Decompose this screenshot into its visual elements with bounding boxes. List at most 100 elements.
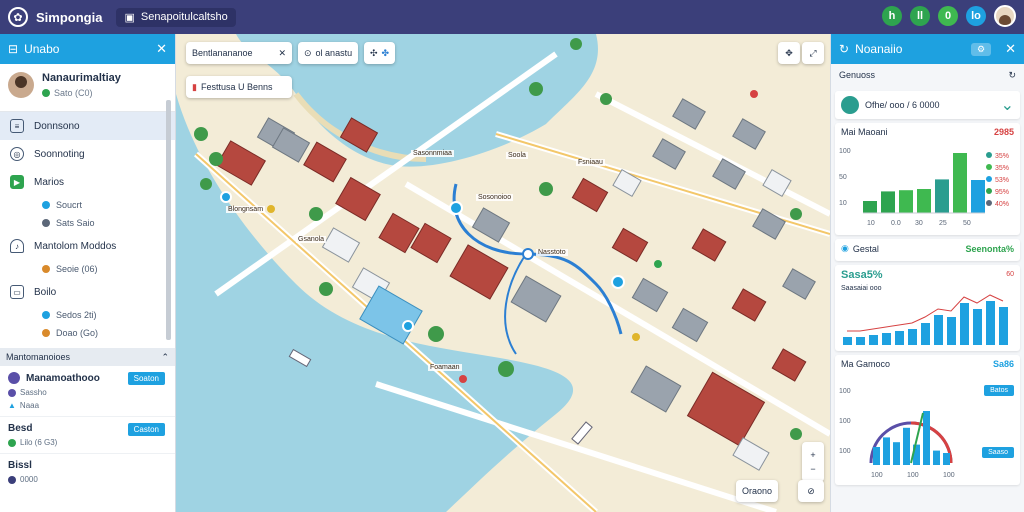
bar xyxy=(893,442,900,465)
legend-label: 40% xyxy=(995,201,1009,208)
zoom-out-icon[interactable]: − xyxy=(810,464,815,474)
legend-marker xyxy=(986,152,992,158)
map-tools-button[interactable]: ✣ ✤ xyxy=(364,42,396,64)
task-item[interactable]: Besd Caston Lilo (6 G3) xyxy=(0,417,175,454)
sub-item[interactable]: Sedos 2ti) xyxy=(0,306,175,324)
task-button[interactable]: Soaton xyxy=(127,372,165,385)
bar xyxy=(971,180,985,213)
chevron-down-icon[interactable]: ⌄ xyxy=(1001,95,1014,115)
options-button[interactable]: ⚙ xyxy=(971,42,992,56)
section-header[interactable]: Mantomanoioes ⌃ xyxy=(0,348,175,366)
chevron-up-icon[interactable]: ⌃ xyxy=(161,352,169,363)
sidebar-item-boilo[interactable]: ▭ Boilo xyxy=(0,278,175,306)
breadcrumb-label: Senapoitulcaltsho xyxy=(140,11,228,23)
bar xyxy=(935,179,949,213)
sub-item[interactable]: Doao (Go) xyxy=(0,324,175,342)
x-tick-label: 30 xyxy=(915,220,923,227)
avatar xyxy=(8,72,34,98)
bar xyxy=(973,309,982,345)
task-item[interactable]: Manamoathooo Soaton Sassho ▲ Naaa xyxy=(0,366,175,417)
panel-icon: ⊟ xyxy=(8,42,19,56)
profile-status: Sato (C0) xyxy=(54,88,93,98)
bar xyxy=(933,450,940,465)
map-mode-button[interactable]: Oraono xyxy=(736,480,779,502)
sub-item[interactable]: Soucrt xyxy=(0,196,175,214)
chart-title: Mai Maoani xyxy=(841,127,888,137)
left-sidebar: ⊟ Unabo ✕ Nanaurimaltiay Sato (C0) ≡ Don… xyxy=(0,34,176,512)
task-item[interactable]: Bissl 0000 xyxy=(0,454,175,490)
folder-icon: ▣ xyxy=(124,11,135,24)
sidebar-item-marios[interactable]: ▶ Marios xyxy=(0,168,175,196)
move-icon[interactable]: ✥ xyxy=(778,42,800,64)
map-label: Foamaan xyxy=(428,364,462,371)
document-icon: ▭ xyxy=(10,285,24,299)
right-panel: ↻ Noanaiio ⚙ ✕ Genuoss ↻ Ofhe/ ooo / 6 0… xyxy=(830,34,1024,512)
action-button-2[interactable]: ll xyxy=(910,6,930,26)
sidebar-item-settings[interactable]: ◎ Soonnoting xyxy=(0,140,175,168)
sidebar-item-bell[interactable]: ♪ Mantolom Moddos xyxy=(0,232,175,260)
sub-item[interactable]: Seoie (06) xyxy=(0,260,175,278)
expand-icon[interactable]: ⤢ xyxy=(802,42,824,64)
close-icon[interactable]: ✕ xyxy=(278,48,286,59)
sidebar-item-label: Donnsono xyxy=(34,120,80,132)
action-button-4[interactable]: lo xyxy=(966,6,986,26)
chart-button-1[interactable]: Batos xyxy=(984,385,1014,396)
map-label: Soola xyxy=(506,152,528,159)
chart-card-3: Ma Gamoco Sa86 Batos Saaso 100 100 100 100 10… xyxy=(835,355,1020,485)
route-icon: ✤ xyxy=(381,47,390,58)
profile-card[interactable]: Nanaurimaltiay Sato (C0) xyxy=(0,64,175,112)
sidebar-item-label: Mantolom Moddos xyxy=(34,240,117,252)
flag-icon: ▶ xyxy=(10,175,24,189)
right-header: ↻ Noanaiio ⚙ ✕ xyxy=(831,34,1024,64)
chart-value: 2985 xyxy=(993,127,1014,137)
breadcrumb[interactable]: ▣ Senapoitulcaltsho xyxy=(116,7,236,27)
refresh-icon[interactable]: ↻ xyxy=(1008,70,1016,81)
compass-icon[interactable]: ⊘ xyxy=(798,480,824,502)
chart-value: Seenonta% xyxy=(965,243,1014,254)
dot-icon xyxy=(42,311,50,319)
x-tick-label: 0.0 xyxy=(891,220,901,227)
sub-item[interactable]: Sats Saio xyxy=(0,214,175,232)
close-icon[interactable]: ✕ xyxy=(156,41,167,57)
map-label: Sosonoioo xyxy=(476,194,514,201)
gauge-chart: 100 100 100 100 100 100 xyxy=(839,388,955,479)
y-tick-label: 50 xyxy=(839,174,847,181)
action-button-1[interactable]: h xyxy=(882,6,902,26)
map-canvas[interactable] xyxy=(176,34,830,512)
task-button[interactable]: Caston xyxy=(127,423,165,436)
x-tick-label: 100 xyxy=(907,472,919,479)
chart-button-2[interactable]: Saaso xyxy=(982,447,1014,458)
bar xyxy=(883,437,890,465)
top-bar: ✿ Simpongia ▣ Senapoitulcaltsho h ll 0 l… xyxy=(0,0,1024,34)
bar xyxy=(960,303,969,345)
bar xyxy=(917,189,931,213)
bar xyxy=(953,153,967,213)
bar xyxy=(843,337,852,345)
map-search-bar[interactable]: Bentlanananoe ✕ xyxy=(186,42,292,64)
close-icon[interactable]: ✕ xyxy=(1005,41,1016,57)
bar xyxy=(947,317,956,345)
scrollbar[interactable] xyxy=(166,100,171,340)
bar xyxy=(921,323,930,345)
triangle-icon: ▲ xyxy=(8,401,16,410)
x-tick-label: 25 xyxy=(939,220,947,227)
legend-label: 35% xyxy=(995,153,1009,160)
dot-icon xyxy=(42,329,50,337)
bar xyxy=(881,191,895,213)
map-view[interactable]: Bentlanananoe ✕ ⊙ ol anastu ✣ ✤ ▮ Festtu… xyxy=(176,34,830,512)
map-filter-bar[interactable]: ▮ Festtusa U Benns xyxy=(186,76,292,98)
action-button-3[interactable]: 0 xyxy=(938,6,958,26)
x-tick-label: 100 xyxy=(943,472,955,479)
map-layer-button[interactable]: ⊙ ol anastu xyxy=(298,42,359,64)
selector[interactable]: Ofhe/ ooo / 6 0000 ⌄ xyxy=(835,91,1020,119)
profile-name: Nanaurimaltiay xyxy=(42,72,121,84)
zoom-in-icon[interactable]: + xyxy=(810,450,815,460)
user-avatar[interactable] xyxy=(994,5,1016,27)
dot-icon xyxy=(42,201,50,209)
sidebar-item-document[interactable]: ≡ Donnsono xyxy=(0,112,175,140)
zoom-control[interactable]: + − xyxy=(802,442,824,482)
bar xyxy=(934,315,943,345)
legend-label: 53% xyxy=(995,177,1009,184)
map-label: Sasonnmiaa xyxy=(411,150,454,157)
map-label: Nasstoto xyxy=(536,249,568,256)
